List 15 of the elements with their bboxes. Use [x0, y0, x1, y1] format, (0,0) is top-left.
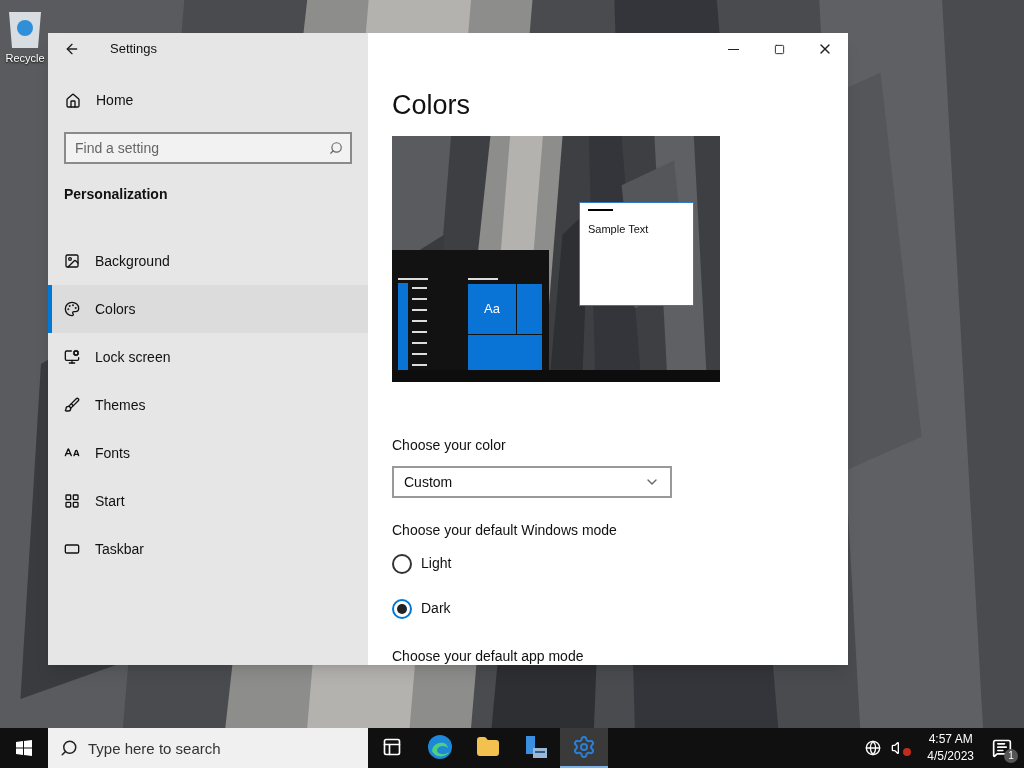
- taskbar-search-field[interactable]: Type here to search: [48, 728, 368, 768]
- server-icon: [523, 734, 549, 760]
- network-icon[interactable]: [865, 740, 882, 756]
- settings-icon: [572, 735, 596, 759]
- clock-time[interactable]: 4:57 AM: [928, 731, 973, 748]
- clock-date[interactable]: 4/5/2023: [927, 748, 974, 765]
- volume-muted-icon[interactable]: [891, 740, 912, 756]
- task-view-icon: [382, 737, 402, 757]
- search-icon: [60, 739, 78, 757]
- folder-icon: [476, 735, 500, 759]
- message-icon: [992, 738, 1012, 758]
- windows-icon: [16, 740, 32, 756]
- notifications-button[interactable]: 1: [980, 728, 1024, 768]
- notification-count: 1: [1004, 749, 1018, 763]
- edge-icon: [427, 734, 453, 760]
